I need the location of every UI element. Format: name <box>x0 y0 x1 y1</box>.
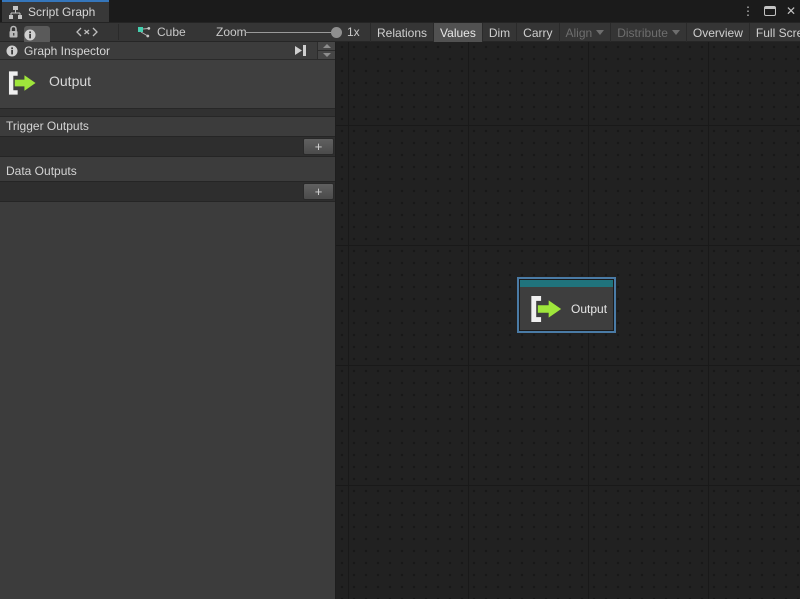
node-header-bar <box>520 280 613 287</box>
tab-script-graph[interactable]: Script Graph <box>2 0 109 22</box>
info-icon <box>6 45 18 57</box>
scroll-up-button[interactable] <box>318 42 335 50</box>
inspector-title: Graph Inspector <box>24 44 110 58</box>
toolbar: Cube Zoom 1x Relations Values Dim Carry … <box>0 22 800 42</box>
dim-button[interactable]: Dim <box>482 23 516 42</box>
data-outputs-list: + <box>0 181 335 202</box>
info-icon <box>24 29 36 41</box>
carry-button[interactable]: Carry <box>516 23 558 42</box>
align-dropdown[interactable]: Align <box>559 23 611 42</box>
graph-node-icon <box>137 26 151 38</box>
distribute-dropdown[interactable]: Distribute <box>610 23 686 42</box>
data-outputs-label: Data Outputs <box>0 162 335 179</box>
output-unit-icon <box>530 296 563 322</box>
graph-inspector-panel: Graph Inspector Output Trigger Outputs +… <box>0 42 336 599</box>
inspector-header: Graph Inspector <box>0 42 335 60</box>
output-unit-icon <box>8 69 37 97</box>
triangle-down-icon <box>323 53 331 57</box>
relations-button[interactable]: Relations <box>370 23 433 42</box>
script-graph-icon <box>9 6 22 19</box>
zoom-value: 1x <box>347 23 360 41</box>
overview-button[interactable]: Overview <box>686 23 749 42</box>
chevron-down-icon <box>672 30 680 35</box>
add-data-output-button[interactable]: + <box>303 183 334 200</box>
zoom-slider-track[interactable] <box>245 32 337 33</box>
toolbar-button-group: Relations Values Dim Carry Align Distrib… <box>370 23 800 42</box>
add-trigger-output-button[interactable]: + <box>303 138 334 155</box>
unit-title: Output <box>49 73 91 89</box>
title-bar: Script Graph ⋮ ✕ <box>0 0 800 22</box>
lock-icon <box>8 25 19 39</box>
code-preview-button[interactable] <box>72 23 102 41</box>
window-menu-icon[interactable]: ⋮ <box>742 5 754 17</box>
inspector-scroll-stepper <box>317 42 335 59</box>
graph-context-breadcrumb[interactable]: Cube <box>137 23 186 41</box>
section-divider <box>0 109 335 117</box>
chevron-down-icon <box>596 30 604 35</box>
unit-header-section: Output <box>0 60 335 109</box>
dock-inspector-button[interactable] <box>294 45 307 56</box>
toolbar-separator <box>118 24 119 40</box>
dock-right-icon <box>294 45 307 56</box>
lock-button[interactable] <box>5 23 21 41</box>
graph-canvas[interactable]: Output <box>336 42 800 599</box>
zoom-control: Zoom <box>216 23 247 41</box>
fullscreen-button[interactable]: Full Screen <box>749 23 800 42</box>
maximize-icon[interactable] <box>764 6 776 16</box>
code-icon <box>76 27 98 37</box>
output-node[interactable]: Output <box>517 277 616 333</box>
tab-label: Script Graph <box>28 5 95 19</box>
node-label: Output <box>571 302 607 316</box>
zoom-label: Zoom <box>216 25 247 39</box>
trigger-outputs-list: + <box>0 136 335 157</box>
context-label: Cube <box>157 25 186 39</box>
triangle-up-icon <box>323 44 331 48</box>
zoom-slider-handle[interactable] <box>331 27 342 38</box>
trigger-outputs-label: Trigger Outputs <box>0 117 335 134</box>
scroll-down-button[interactable] <box>318 50 335 59</box>
close-icon[interactable]: ✕ <box>786 5 796 17</box>
values-button[interactable]: Values <box>433 23 482 42</box>
